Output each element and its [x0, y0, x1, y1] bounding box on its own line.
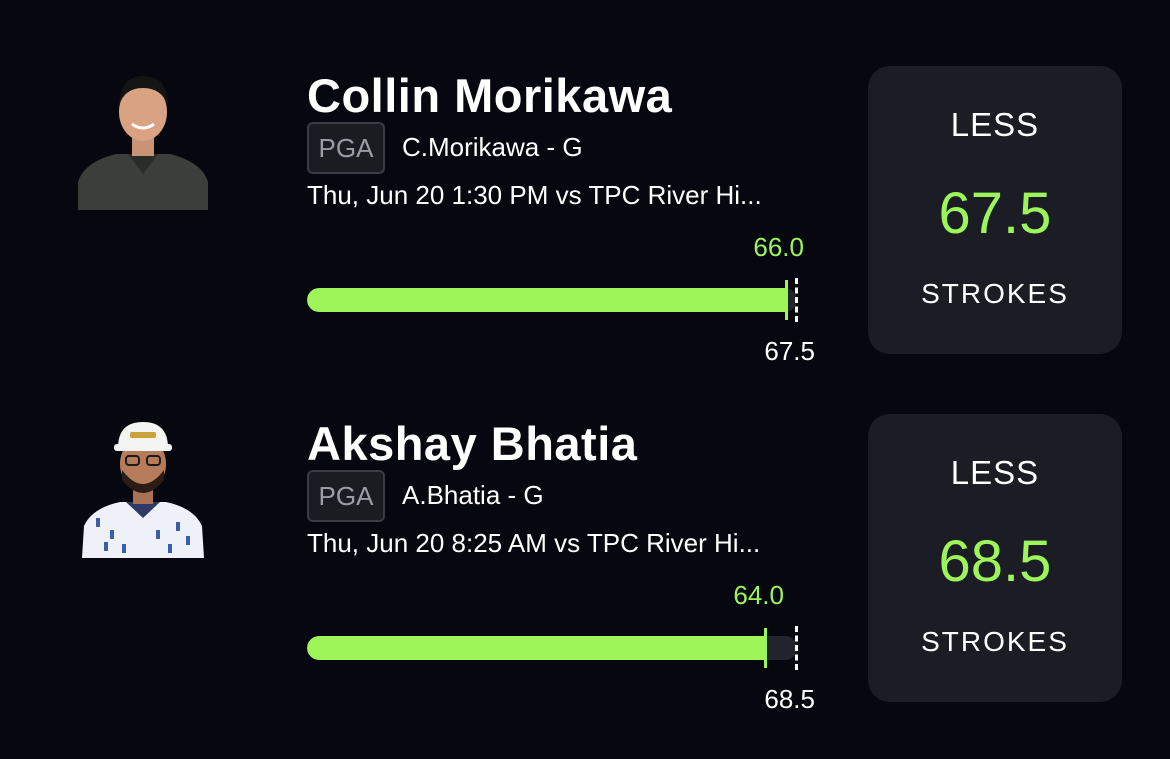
line-marker: [795, 626, 798, 670]
player-name: Collin Morikawa: [307, 69, 673, 122]
player-short-name: A.Bhatia - G: [402, 480, 544, 510]
player-headshot-icon: [76, 70, 210, 210]
projection-bar: [307, 636, 797, 660]
league-badge: PGA: [307, 470, 385, 522]
stat-type: STROKES: [921, 278, 1069, 309]
projection-bar-fill: [307, 636, 765, 660]
pick-list: Collin Morikawa PGA C.Morikawa - G Thu, …: [0, 0, 1170, 759]
pick-direction: LESS: [950, 106, 1040, 143]
stat-type: STROKES: [921, 626, 1069, 657]
player-short-name: C.Morikawa - G: [402, 132, 583, 162]
line-value: 68.5: [938, 529, 1052, 594]
projection-marker: [784, 280, 788, 320]
projection-bar-fill: [307, 288, 786, 312]
line-label: 68.5: [764, 684, 815, 714]
pick-direction: LESS: [950, 454, 1040, 491]
projection-value: 64.0: [733, 580, 784, 610]
game-info: Thu, Jun 20 8:25 AM vs TPC River Hi...: [307, 528, 761, 558]
line-marker: [795, 278, 798, 322]
player-headshot-icon: [76, 418, 210, 558]
player-name: Akshay Bhatia: [307, 417, 638, 470]
pick-card[interactable]: LESS 68.5 STROKES: [868, 414, 1122, 702]
pick-row: Akshay Bhatia PGA A.Bhatia - G Thu, Jun …: [0, 348, 1170, 714]
player-avatar: [76, 418, 210, 558]
line-value: 67.5: [938, 181, 1052, 246]
projection-value: 66.0: [753, 232, 804, 262]
projection-bar: [307, 288, 797, 312]
league-badge: PGA: [307, 122, 385, 174]
projection-marker: [763, 628, 767, 668]
pick-card[interactable]: LESS 67.5 STROKES: [868, 66, 1122, 354]
player-avatar: [76, 70, 210, 210]
game-info: Thu, Jun 20 1:30 PM vs TPC River Hi...: [307, 180, 762, 210]
pick-row: Collin Morikawa PGA C.Morikawa - G Thu, …: [0, 0, 1170, 366]
